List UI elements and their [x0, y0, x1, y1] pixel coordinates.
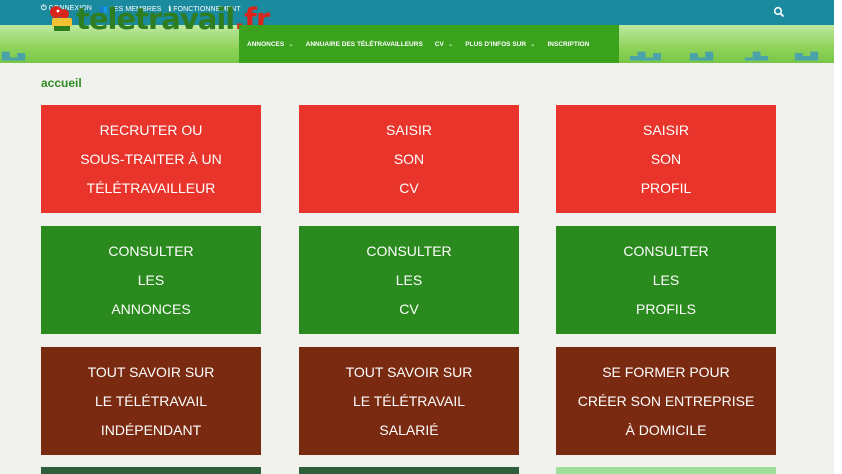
- tile-line: SAISIR: [643, 121, 689, 138]
- tile-line: PROFILS: [636, 300, 696, 317]
- tile-line: SON: [650, 150, 682, 167]
- tile-line: PROFIL: [640, 179, 692, 196]
- tile-line: LES: [395, 271, 423, 288]
- skyline-icon: ▅▃▆: [795, 50, 819, 61]
- tile-line: CONSULTER: [623, 242, 709, 259]
- tile-partial[interactable]: [299, 467, 519, 474]
- menu-label: CV: [434, 41, 444, 48]
- tile-consulter-cv[interactable]: CONSULTER LES CV: [299, 226, 519, 334]
- tile-line: RECRUTER OU: [99, 121, 203, 138]
- tile-line: LES: [137, 271, 165, 288]
- main-menu: ANNONCES ⌄ ANNUAIRE DES TÉLÉTRAVAILLEURS …: [239, 25, 619, 63]
- menu-label: ANNONCES: [247, 41, 285, 48]
- tile-line: CONSULTER: [366, 242, 452, 259]
- skyline-icon: ▃▆▂▅: [630, 50, 661, 61]
- breadcrumb[interactable]: accueil: [41, 76, 82, 90]
- logo-mascot-icon: [50, 5, 72, 31]
- tile-teletravail-independant[interactable]: TOUT SAVOIR SUR LE TÉLÉTRAVAIL INDÉPENDANT: [41, 347, 261, 455]
- tile-saisir-cv[interactable]: SAISIR SON CV: [299, 105, 519, 213]
- chevron-down-icon: ⌄: [530, 41, 536, 48]
- tile-consulter-annonces[interactable]: CONSULTER LES ANNONCES: [41, 226, 261, 334]
- skyline-icon: ▆▂▅: [2, 50, 26, 61]
- tile-line: SOUS-TRAITER À UN: [80, 150, 222, 167]
- tile-line: LE TÉLÉTRAVAIL: [352, 392, 466, 409]
- menu-item-inscription[interactable]: INSCRIPTION: [548, 41, 590, 48]
- menu-label: INSCRIPTION: [547, 40, 590, 48]
- tile-line: INDÉPENDANT: [100, 421, 202, 438]
- tile-consulter-profils[interactable]: CONSULTER LES PROFILS: [556, 226, 776, 334]
- skyline-icon: ▂▆▃: [745, 50, 769, 61]
- tile-line: ANNONCES: [111, 300, 191, 317]
- tile-line: SALARIÉ: [379, 421, 439, 438]
- tile-partial[interactable]: [556, 467, 776, 474]
- menu-label: PLUS D'INFOS SUR: [465, 41, 527, 48]
- skyline-icon: ▅▂▆: [690, 50, 714, 61]
- tile-line: LE TÉLÉTRAVAIL: [94, 392, 208, 409]
- tile-line: SON: [393, 150, 425, 167]
- logo-word: teletravail: [76, 1, 235, 36]
- tile-line: SAISIR: [386, 121, 432, 138]
- chevron-down-icon: ⌄: [447, 41, 454, 48]
- menu-item-cv[interactable]: CV ⌄: [435, 40, 453, 48]
- search-icon[interactable]: [773, 6, 785, 18]
- tile-line: CONSULTER: [108, 242, 194, 259]
- chevron-down-icon: ⌄: [288, 41, 294, 48]
- scrollbar-track[interactable]: [834, 0, 842, 474]
- menu-item-plus-infos[interactable]: PLUS D'INFOS SUR ⌄: [465, 40, 535, 48]
- tile-line: LES: [652, 271, 680, 288]
- tile-partial[interactable]: [41, 467, 261, 474]
- tile-line: À DOMICILE: [625, 421, 707, 438]
- tile-line: TÉLÉTRAVAILLEUR: [86, 179, 216, 196]
- tile-line: CV: [399, 300, 419, 317]
- tile-teletravail-salarie[interactable]: TOUT SAVOIR SUR LE TÉLÉTRAVAIL SALARIÉ: [299, 347, 519, 455]
- tile-line: CV: [399, 179, 419, 196]
- tile-line: TOUT SAVOIR SUR: [87, 363, 215, 380]
- menu-item-annuaire[interactable]: ANNUAIRE DES TÉLÉTRAVAILLEURS: [306, 41, 423, 48]
- tile-se-former[interactable]: SE FORMER POUR CRÉER SON ENTREPRISE À DOMI…: [556, 347, 776, 455]
- tile-recruter[interactable]: RECRUTER OU SOUS-TRAITER À UN TÉLÉTRAVAILL…: [41, 105, 261, 213]
- tile-line: CRÉER SON ENTREPRISE: [577, 392, 755, 409]
- tile-line: SE FORMER POUR: [602, 363, 730, 380]
- tile-line: TOUT SAVOIR SUR: [345, 363, 473, 380]
- tile-saisir-profil[interactable]: SAISIR SON PROFIL: [556, 105, 776, 213]
- menu-item-annonces[interactable]: ANNONCES ⌄: [247, 40, 294, 48]
- menu-label: ANNUAIRE DES TÉLÉTRAVAILLEURS: [305, 40, 423, 48]
- site-logo[interactable]: teletravail.fr: [42, 1, 270, 36]
